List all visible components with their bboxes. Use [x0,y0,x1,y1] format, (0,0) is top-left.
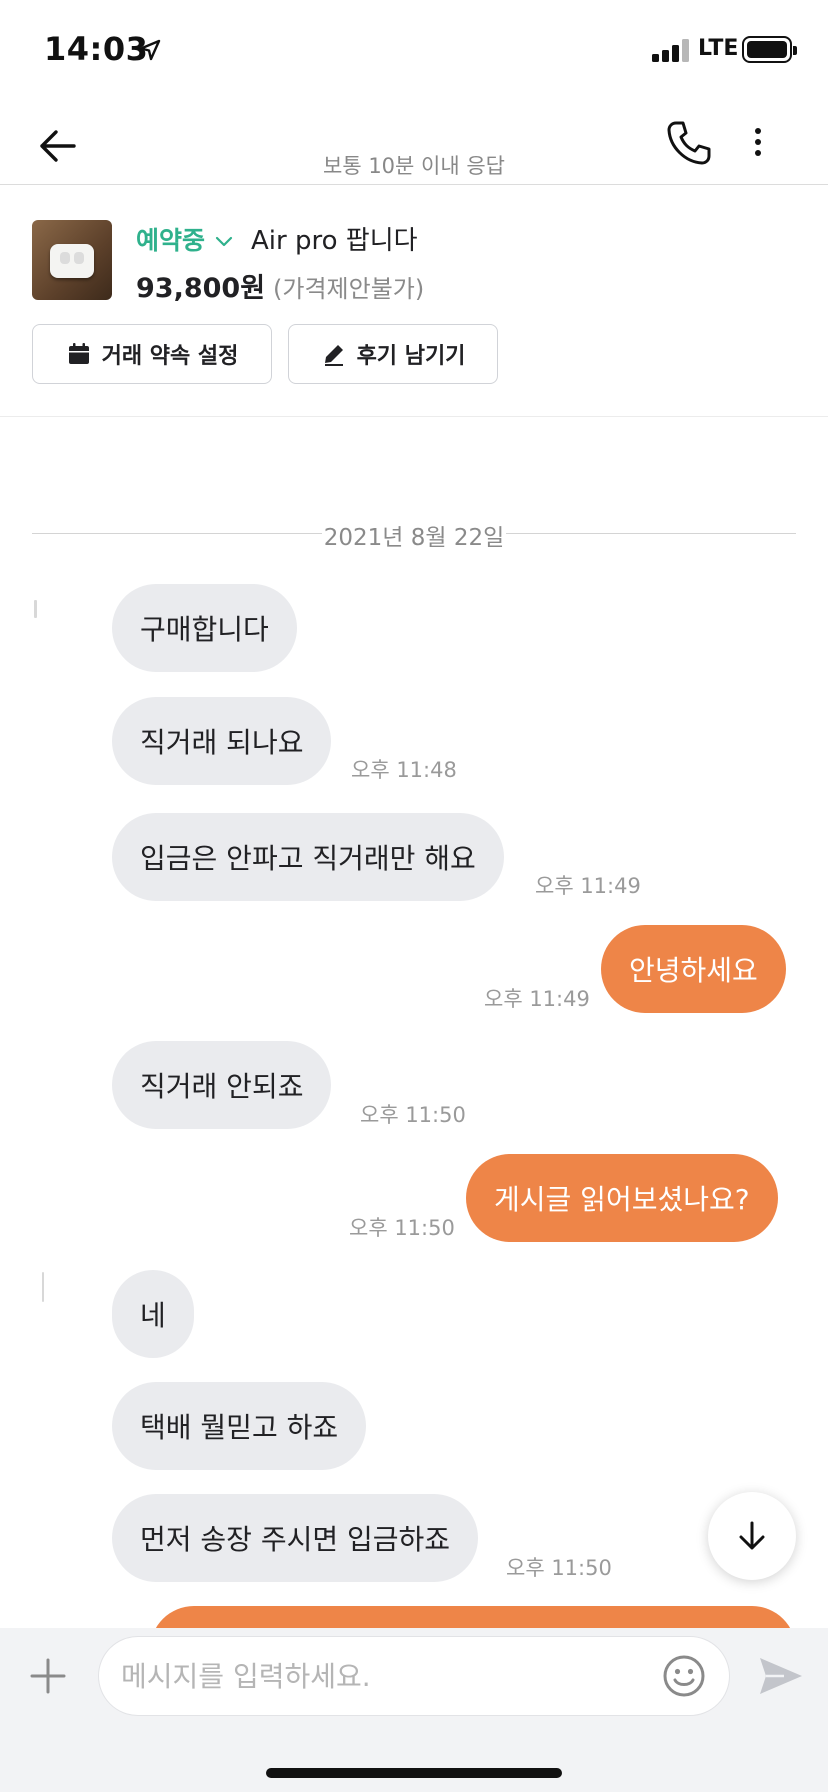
chat-header: 보통 10분 이내 응답 [0,100,828,185]
schedule-button[interactable]: 거래 약속 설정 [32,324,272,384]
arrow-down-icon [739,1521,765,1550]
product-title: Air pro 팝니다 [251,226,418,256]
product-card: 예약중 Air pro 팝니다 93,800원 (가격제안불가) 거래 약속 설… [0,186,828,417]
status-bar: 14:03 LTE [0,0,828,100]
date-label: 2021년 8월 22일 [321,525,507,551]
phone-icon[interactable] [664,118,714,168]
product-price-line: 93,800원 (가격제안불가) [136,266,424,305]
location-arrow-icon [139,39,161,61]
message-time: 오후 11:50 [349,1216,455,1240]
message-bubble: 먼저 송장 주시면 입금하죠 [112,1494,479,1582]
message-bubble: 구매합니다 [112,584,297,672]
message-time: 오후 11:50 [506,1556,612,1580]
message-time: 오후 11:49 [535,874,641,898]
avatar[interactable] [34,600,37,618]
message-time: 오후 11:48 [351,758,457,782]
message-bubble: 게시글 읽어보셨나요? [466,1154,778,1242]
schedule-button-label: 거래 약속 설정 [101,344,239,369]
product-status-line: 예약중 Air pro 팝니다 [136,220,418,257]
battery-icon [742,36,797,63]
message-bubble: 직거래 안되죠 [112,1041,332,1129]
message-time: 오후 11:50 [360,1103,466,1127]
message-bubble: 입금은 안파고 직거래만 해요 [112,813,504,901]
review-button[interactable]: 후기 남기기 [288,324,498,384]
message-time: 오후 11:49 [484,987,590,1011]
review-button-label: 후기 남기기 [356,344,466,369]
network-label: LTE [698,36,739,61]
more-options-icon[interactable] [744,122,772,162]
chevron-down-icon[interactable] [213,230,235,252]
signal-icon [652,38,690,62]
date-divider: 2021년 8월 22일 [32,518,796,551]
status-time: 14:03 [44,30,149,68]
message-input[interactable] [98,1636,730,1716]
scroll-down-button[interactable] [708,1492,796,1580]
message-bubble: 택배 뭘믿고 하죠 [112,1382,367,1470]
message-bubble: 직거래 되나요 [112,697,332,785]
message-bubble: 네 [112,1270,194,1358]
pencil-icon [324,345,343,366]
home-indicator [266,1768,562,1778]
emoji-icon[interactable] [662,1654,706,1698]
send-icon[interactable] [758,1654,804,1698]
avatar[interactable] [42,1272,44,1302]
product-price: 93,800원 [136,273,266,304]
message-bubble: 안녕하세요 [601,925,786,1013]
product-thumbnail[interactable] [32,220,112,300]
calendar-icon [68,343,89,364]
plus-icon[interactable] [28,1656,68,1696]
price-note: (가격제안불가) [273,275,425,303]
composer-bar [0,1628,828,1792]
reservation-status[interactable]: 예약중 [136,221,205,257]
